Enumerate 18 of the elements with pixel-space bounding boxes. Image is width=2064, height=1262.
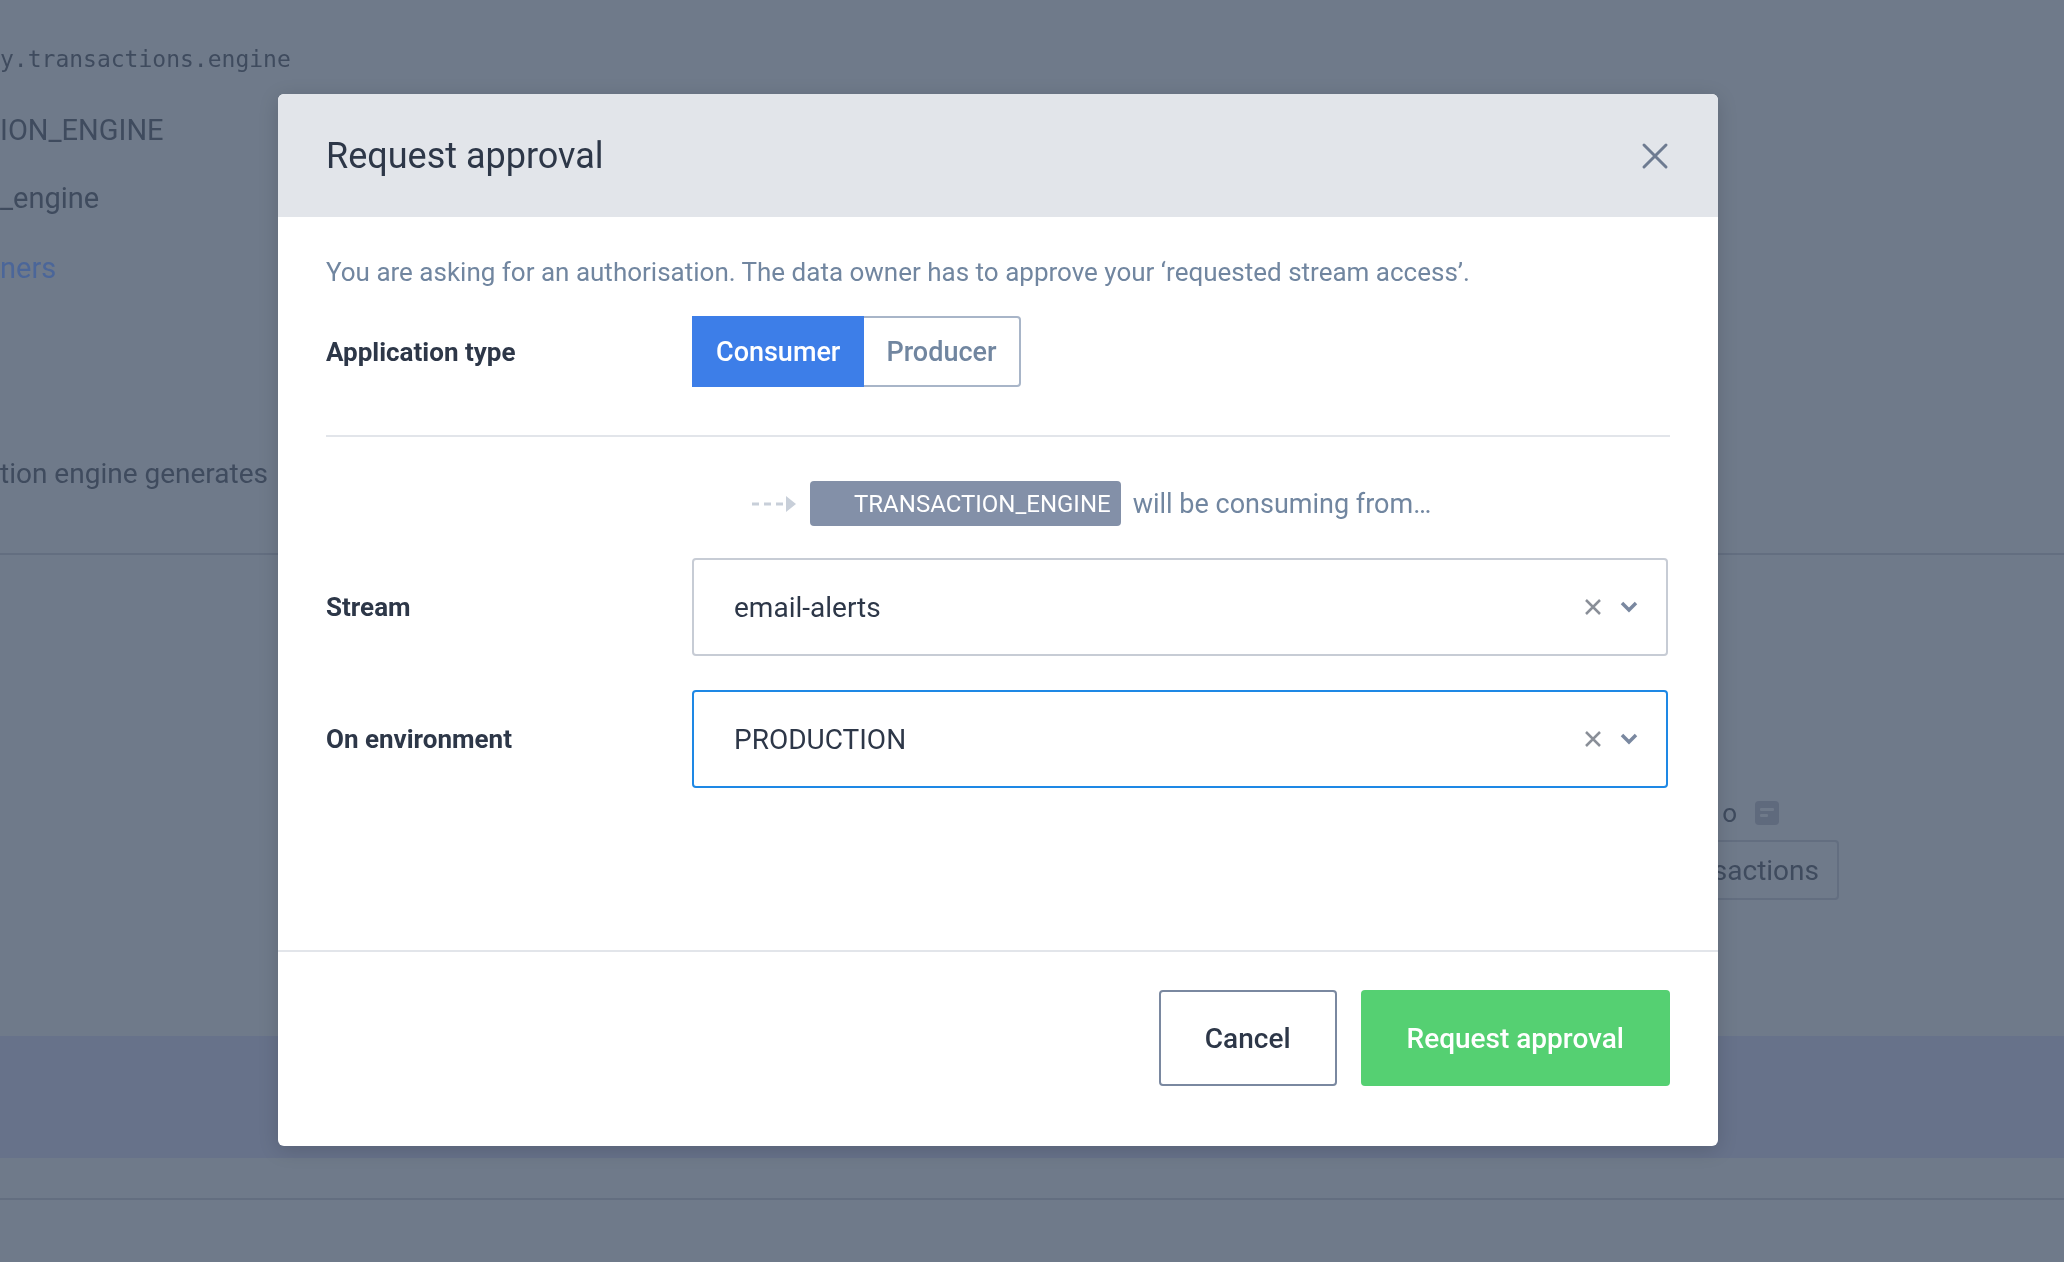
select-field[interactable]: email-alerts (692, 558, 1668, 656)
request-approval-button[interactable]: Request approval (1360, 990, 1670, 1086)
arrow-icon (750, 493, 798, 514)
select-field[interactable]: PRODUCTION (692, 690, 1668, 788)
chevron-down-icon[interactable] (1620, 733, 1638, 745)
dialog-title: Request approval (326, 134, 604, 177)
cancel-button[interactable]: Cancel (1158, 990, 1337, 1086)
field-label: Stream (326, 592, 412, 622)
type-option[interactable]: Consumer (692, 316, 865, 387)
type-option[interactable]: Producer (864, 316, 1021, 387)
clear-icon[interactable] (1584, 598, 1602, 616)
field-label: Application type (326, 336, 517, 367)
flow-text: will be consuming from… (1132, 487, 1432, 520)
chevron-down-icon[interactable] (1620, 601, 1638, 613)
application-badge: TRANSACTION_ENGINE (810, 481, 1121, 526)
intro-text: You are asking for an authorisation. The data owner has to approve your ‘requested stream access’. (326, 256, 1471, 289)
clear-icon[interactable] (1584, 730, 1602, 748)
field-label: On environment (326, 724, 513, 754)
